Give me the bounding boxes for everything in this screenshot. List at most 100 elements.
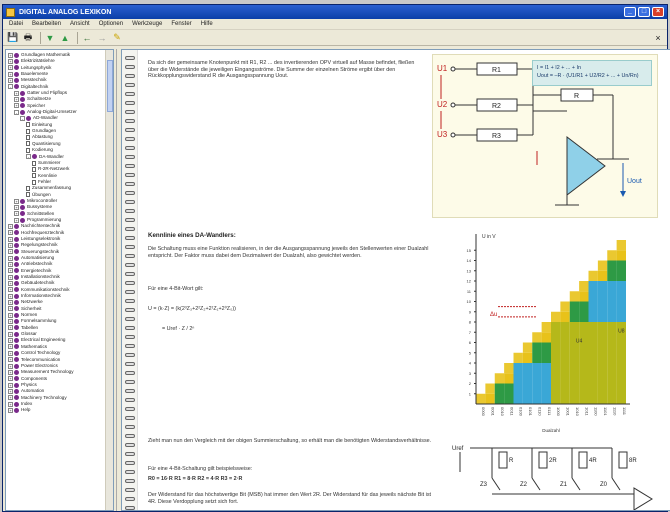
- binding-ring: [125, 128, 135, 132]
- expand-icon[interactable]: +: [14, 217, 19, 223]
- bar-segment: [588, 322, 598, 404]
- expand-icon[interactable]: +: [8, 312, 13, 318]
- paragraph-dac: Die Schaltung muss eine Funktion realisi…: [148, 246, 429, 259]
- menu-edit[interactable]: Bearbeiten: [32, 21, 61, 27]
- expand-icon[interactable]: +: [8, 350, 13, 356]
- x-tick-label: 1010: [575, 407, 580, 417]
- label-z0: Z0: [600, 482, 608, 488]
- expand-icon[interactable]: +: [8, 319, 13, 325]
- expand-icon[interactable]: +: [8, 71, 13, 77]
- expand-icon[interactable]: +: [8, 325, 13, 331]
- y-tick-label: 4: [469, 361, 472, 366]
- x-tick-label: 0001: [491, 407, 496, 417]
- arrow-down-icon[interactable]: ▼: [44, 32, 56, 44]
- bar-segment: [541, 332, 551, 343]
- expand-icon[interactable]: +: [8, 230, 13, 236]
- bar-segment: [541, 363, 551, 404]
- menu-window[interactable]: Fenster: [171, 21, 191, 27]
- expand-icon[interactable]: +: [8, 59, 13, 65]
- expand-icon[interactable]: +: [8, 249, 13, 255]
- expand-icon[interactable]: +: [8, 369, 13, 375]
- collapse-icon[interactable]: -: [8, 84, 13, 90]
- y-tick-label: 7: [469, 330, 472, 335]
- y-tick-label: 10: [467, 299, 472, 304]
- expand-icon[interactable]: +: [14, 97, 19, 103]
- expand-icon[interactable]: +: [8, 274, 13, 280]
- binding-ring: [125, 155, 135, 159]
- maximize-button[interactable]: □: [638, 7, 650, 17]
- binding-ring: [125, 434, 135, 438]
- collapse-icon[interactable]: -: [26, 154, 31, 160]
- expand-icon[interactable]: +: [8, 262, 13, 268]
- expand-icon[interactable]: +: [8, 376, 13, 382]
- expand-icon[interactable]: +: [14, 211, 19, 217]
- book-icon: [14, 262, 19, 268]
- print-icon[interactable]: 🖶: [22, 32, 34, 44]
- expand-icon[interactable]: +: [8, 331, 13, 337]
- binding-ring: [125, 425, 135, 429]
- tree-item[interactable]: + Help: [6, 407, 113, 413]
- expand-icon[interactable]: +: [14, 90, 19, 96]
- scrollbar-thumb[interactable]: [107, 60, 113, 112]
- expand-icon[interactable]: +: [8, 52, 13, 58]
- binding-ring: [125, 218, 135, 222]
- y-tick-label: 13: [467, 268, 472, 273]
- expand-icon[interactable]: +: [8, 281, 13, 287]
- minimize-button[interactable]: _: [624, 7, 636, 17]
- expand-icon[interactable]: +: [14, 198, 19, 204]
- menu-file[interactable]: Datei: [9, 21, 23, 27]
- page-icon: [26, 147, 30, 153]
- expand-icon[interactable]: +: [8, 300, 13, 306]
- tree-scrollbar[interactable]: [105, 50, 113, 510]
- expand-icon[interactable]: +: [8, 382, 13, 388]
- expand-icon[interactable]: +: [14, 204, 19, 210]
- expand-icon[interactable]: +: [8, 255, 13, 261]
- binding-ring: [125, 245, 135, 249]
- book-icon: [14, 268, 19, 274]
- step-mark: [551, 311, 561, 322]
- expand-icon[interactable]: +: [8, 236, 13, 242]
- menu-options[interactable]: Optionen: [99, 21, 123, 27]
- binding-ring: [125, 380, 135, 384]
- collapse-icon[interactable]: -: [20, 116, 25, 122]
- back-icon[interactable]: ←: [81, 32, 93, 44]
- toolbar-separator: [40, 31, 41, 44]
- expand-icon[interactable]: +: [14, 103, 19, 109]
- collapse-icon[interactable]: -: [14, 109, 19, 115]
- close-button[interactable]: ×: [652, 7, 664, 17]
- page-icon: [26, 128, 30, 134]
- expand-icon[interactable]: +: [8, 388, 13, 394]
- bar-segment: [588, 281, 598, 322]
- menu-tools[interactable]: Werkzeuge: [132, 21, 162, 27]
- expand-icon[interactable]: +: [8, 287, 13, 293]
- pencil-icon[interactable]: ✎: [111, 32, 123, 44]
- bar-segment: [541, 342, 551, 363]
- bar-segment: [504, 383, 514, 404]
- menu-view[interactable]: Ansicht: [70, 21, 90, 27]
- save-icon[interactable]: 💾: [7, 32, 19, 44]
- equation-output: Uout = –R · (U1/R1 + U2/R2 + ... + Un/Rn…: [537, 73, 639, 79]
- expand-icon[interactable]: +: [8, 242, 13, 248]
- expand-icon[interactable]: +: [8, 395, 13, 401]
- label-z1: Z1: [560, 482, 568, 488]
- arrow-up-icon[interactable]: ▲: [59, 32, 71, 44]
- expand-icon[interactable]: +: [8, 344, 13, 350]
- expand-icon[interactable]: +: [8, 357, 13, 363]
- book-icon: [14, 344, 19, 350]
- expand-icon[interactable]: +: [8, 268, 13, 274]
- expand-icon[interactable]: +: [8, 78, 13, 84]
- book-icon: [14, 407, 19, 413]
- forward-icon[interactable]: →: [96, 32, 108, 44]
- label-z3: Z3: [480, 482, 488, 488]
- expand-icon[interactable]: +: [8, 293, 13, 299]
- expand-icon[interactable]: +: [8, 338, 13, 344]
- binding-ring: [125, 371, 135, 375]
- expand-icon[interactable]: +: [8, 401, 13, 407]
- expand-icon[interactable]: +: [8, 65, 13, 71]
- menu-help[interactable]: Hilfe: [201, 21, 213, 27]
- expand-icon[interactable]: +: [8, 223, 13, 229]
- expand-icon[interactable]: +: [8, 363, 13, 369]
- expand-icon[interactable]: +: [8, 306, 13, 312]
- expand-icon[interactable]: +: [8, 407, 13, 413]
- close-doc-icon[interactable]: ×: [652, 32, 664, 44]
